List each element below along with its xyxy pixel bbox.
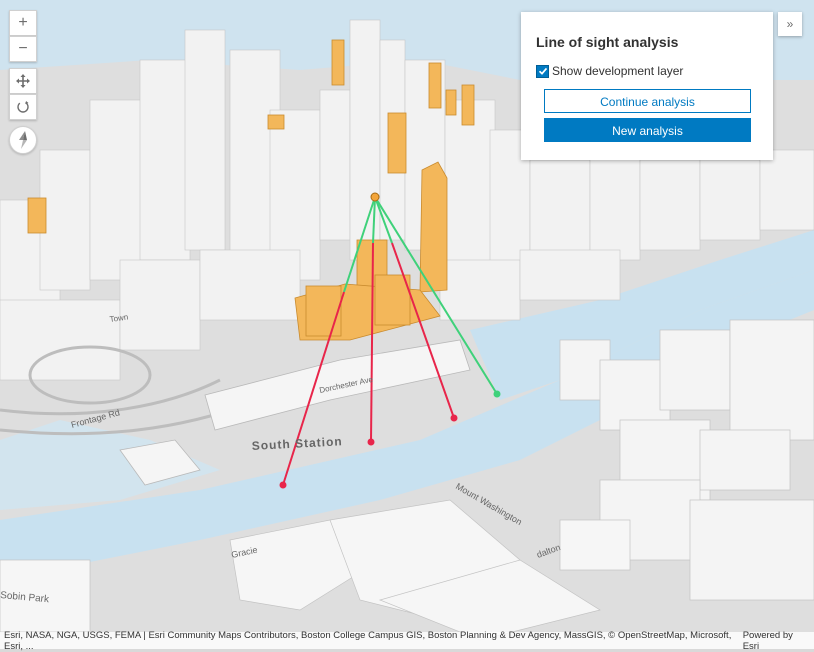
rotate-button[interactable] [9, 94, 37, 120]
show-development-layer-row[interactable]: Show development layer [536, 64, 751, 78]
panel-title: Line of sight analysis [536, 34, 679, 50]
minus-icon: − [18, 40, 28, 57]
plus-icon: + [18, 14, 28, 31]
pan-button[interactable] [9, 68, 37, 94]
new-analysis-button[interactable]: New analysis [544, 118, 751, 142]
chevrons-right-icon: » [786, 17, 794, 31]
compass-icon [19, 131, 27, 149]
target-point-1 [279, 481, 287, 489]
observer-point [370, 192, 380, 202]
show-development-layer-checkbox[interactable] [536, 64, 549, 78]
compass-button[interactable] [9, 126, 37, 154]
checkmark-icon [538, 67, 547, 75]
zoom-in-button[interactable]: + [9, 10, 37, 36]
continue-analysis-button[interactable]: Continue analysis [544, 89, 751, 113]
target-point-visible [493, 390, 501, 398]
target-point-3 [450, 414, 458, 422]
move-icon [16, 74, 30, 88]
rotate-icon [17, 101, 29, 113]
attribution-text[interactable]: Esri, NASA, NGA, USGS, FEMA | Esri Commu… [4, 630, 743, 652]
attribution-bar: Esri, NASA, NGA, USGS, FEMA | Esri Commu… [0, 630, 814, 652]
powered-by-esri[interactable]: Powered by Esri [743, 630, 810, 652]
line-of-sight-panel: Line of sight analysis Show development … [521, 12, 773, 160]
show-development-layer-label: Show development layer [552, 64, 684, 78]
target-point-2 [367, 438, 375, 446]
zoom-out-button[interactable]: − [9, 36, 37, 62]
expand-button[interactable]: » [778, 12, 802, 36]
